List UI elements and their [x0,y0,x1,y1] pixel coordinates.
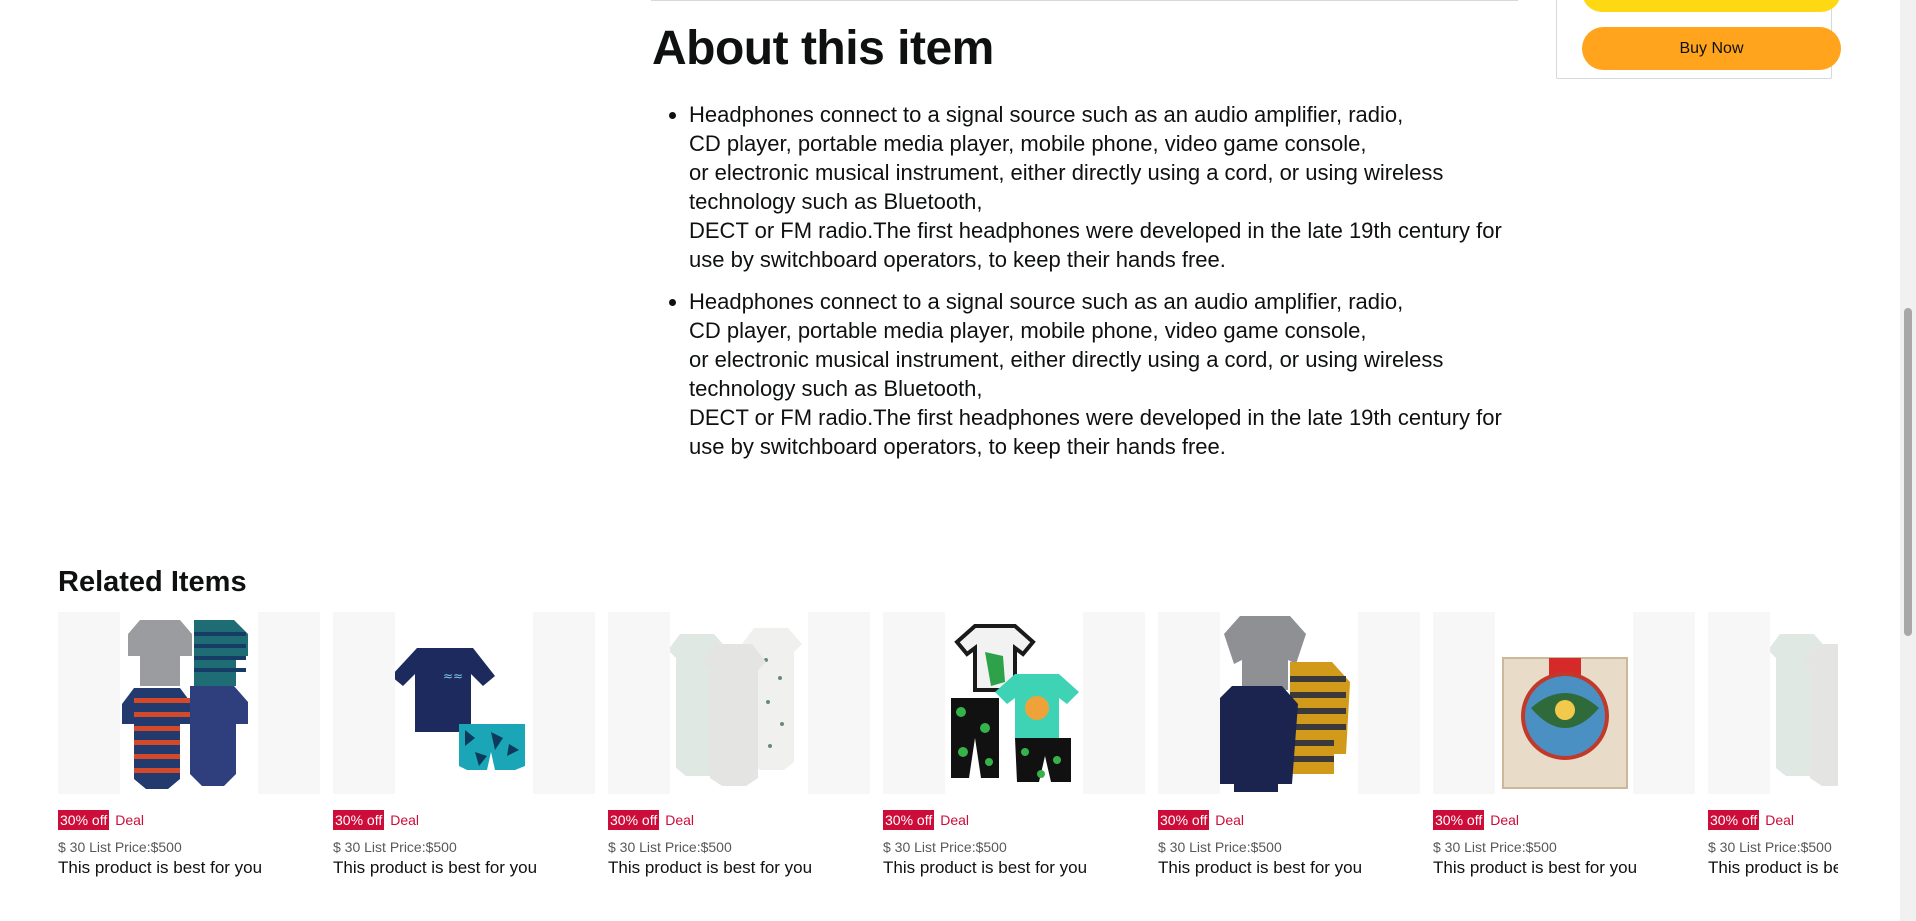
product-thumbnail[interactable] [1158,612,1420,794]
related-item-card[interactable]: ≈≈ 30% off Deal $ 30 List Price:$500 Thi… [333,612,595,882]
price-text: $ 30 List Price:$500 [1433,839,1557,855]
price-text: $ 30 List Price:$500 [883,839,1007,855]
svg-text:≈≈: ≈≈ [443,669,463,683]
discount-badge: 30% off [883,810,935,830]
section-divider [651,0,1518,1]
related-items-section: Related Items 30% off Deal $ 30 List Pri… [58,562,1838,877]
product-description[interactable]: This product is best for you [58,858,262,878]
deal-row: 30% off Deal [333,810,419,830]
deal-row: 30% off Deal [1433,810,1519,830]
avatar-board-game-image [1495,612,1633,794]
product-thumbnail[interactable]: ≈≈ [333,612,595,794]
deal-row: 30% off Deal [883,810,969,830]
product-description[interactable]: This product is best for you [608,858,812,878]
buy-now-button[interactable]: Buy Now [1582,27,1841,70]
deal-row: 30% off Deal [1708,810,1794,830]
deal-label: Deal [1215,812,1245,828]
price-text: $ 30 List Price:$500 [1708,839,1832,855]
related-item-card[interactable]: 30% off Deal $ 30 List Price:$500 This p… [1158,612,1420,882]
related-items-title: Related Items [58,566,247,598]
baby-bodysuits-image [120,612,258,794]
product-description[interactable]: This product is best for you [1433,858,1637,878]
sleep-gowns-image [1770,612,1838,794]
related-item-card[interactable]: 30% off Deal $ 30 List Price:$500 This p… [883,612,1145,882]
product-description[interactable]: This product is best for you [1708,858,1838,878]
dinosaur-pajama-image [945,612,1083,794]
toddler-sweaters-image [1220,612,1358,794]
discount-badge: 30% off [1158,810,1210,830]
discount-badge: 30% off [333,810,385,830]
related-item-card[interactable]: 30% off Deal $ 30 List Price:$500 This p… [1433,612,1695,882]
deal-row: 30% off Deal [1158,810,1244,830]
price-text: $ 30 List Price:$500 [333,839,457,855]
product-description[interactable]: This product is best for you [333,858,537,878]
deal-label: Deal [1490,812,1520,828]
discount-badge: 30% off [608,810,660,830]
deal-row: 30% off Deal [58,810,144,830]
sleep-gowns-image [670,612,808,794]
vertical-scrollbar[interactable] [1900,0,1916,921]
related-item-card[interactable]: 30% off Deal $ 30 List Price:$500 This p… [608,612,870,882]
product-thumbnail[interactable] [608,612,870,794]
about-this-item-section: About this item Headphones connect to a … [652,18,1522,474]
deal-label: Deal [1765,812,1795,828]
price-text: $ 30 List Price:$500 [1158,839,1282,855]
about-bullet-list: Headphones connect to a signal source su… [652,100,1522,461]
rashguard-swim-set-image: ≈≈ [395,612,533,794]
related-item-card[interactable]: 30% off Deal $ 30 List Price:$500 This p… [58,612,320,882]
scrollbar-thumb[interactable] [1904,308,1912,636]
product-thumbnail[interactable] [1708,612,1838,794]
deal-label: Deal [390,812,420,828]
about-title: About this item [652,22,994,75]
deal-row: 30% off Deal [608,810,694,830]
discount-badge: 30% off [58,810,110,830]
price-text: $ 30 List Price:$500 [58,839,182,855]
deal-label: Deal [115,812,145,828]
discount-badge: 30% off [1708,810,1760,830]
discount-badge: 30% off [1433,810,1485,830]
add-to-cart-button[interactable] [1582,0,1841,12]
product-thumbnail[interactable] [1433,612,1695,794]
product-thumbnail[interactable] [58,612,320,794]
product-description[interactable]: This product is best for you [883,858,1087,878]
deal-label: Deal [940,812,970,828]
price-text: $ 30 List Price:$500 [608,839,732,855]
related-item-card[interactable]: 30% off Deal $ 30 List Price:$500 This p… [1708,612,1838,882]
about-bullet: Headphones connect to a signal source su… [689,100,1522,274]
deal-label: Deal [665,812,695,828]
product-description[interactable]: This product is best for you [1158,858,1362,878]
related-items-carousel: 30% off Deal $ 30 List Price:$500 This p… [58,612,1838,882]
product-thumbnail[interactable] [883,612,1145,794]
about-bullet: Headphones connect to a signal source su… [689,287,1522,461]
buy-box: Buy Now [1556,0,1841,79]
